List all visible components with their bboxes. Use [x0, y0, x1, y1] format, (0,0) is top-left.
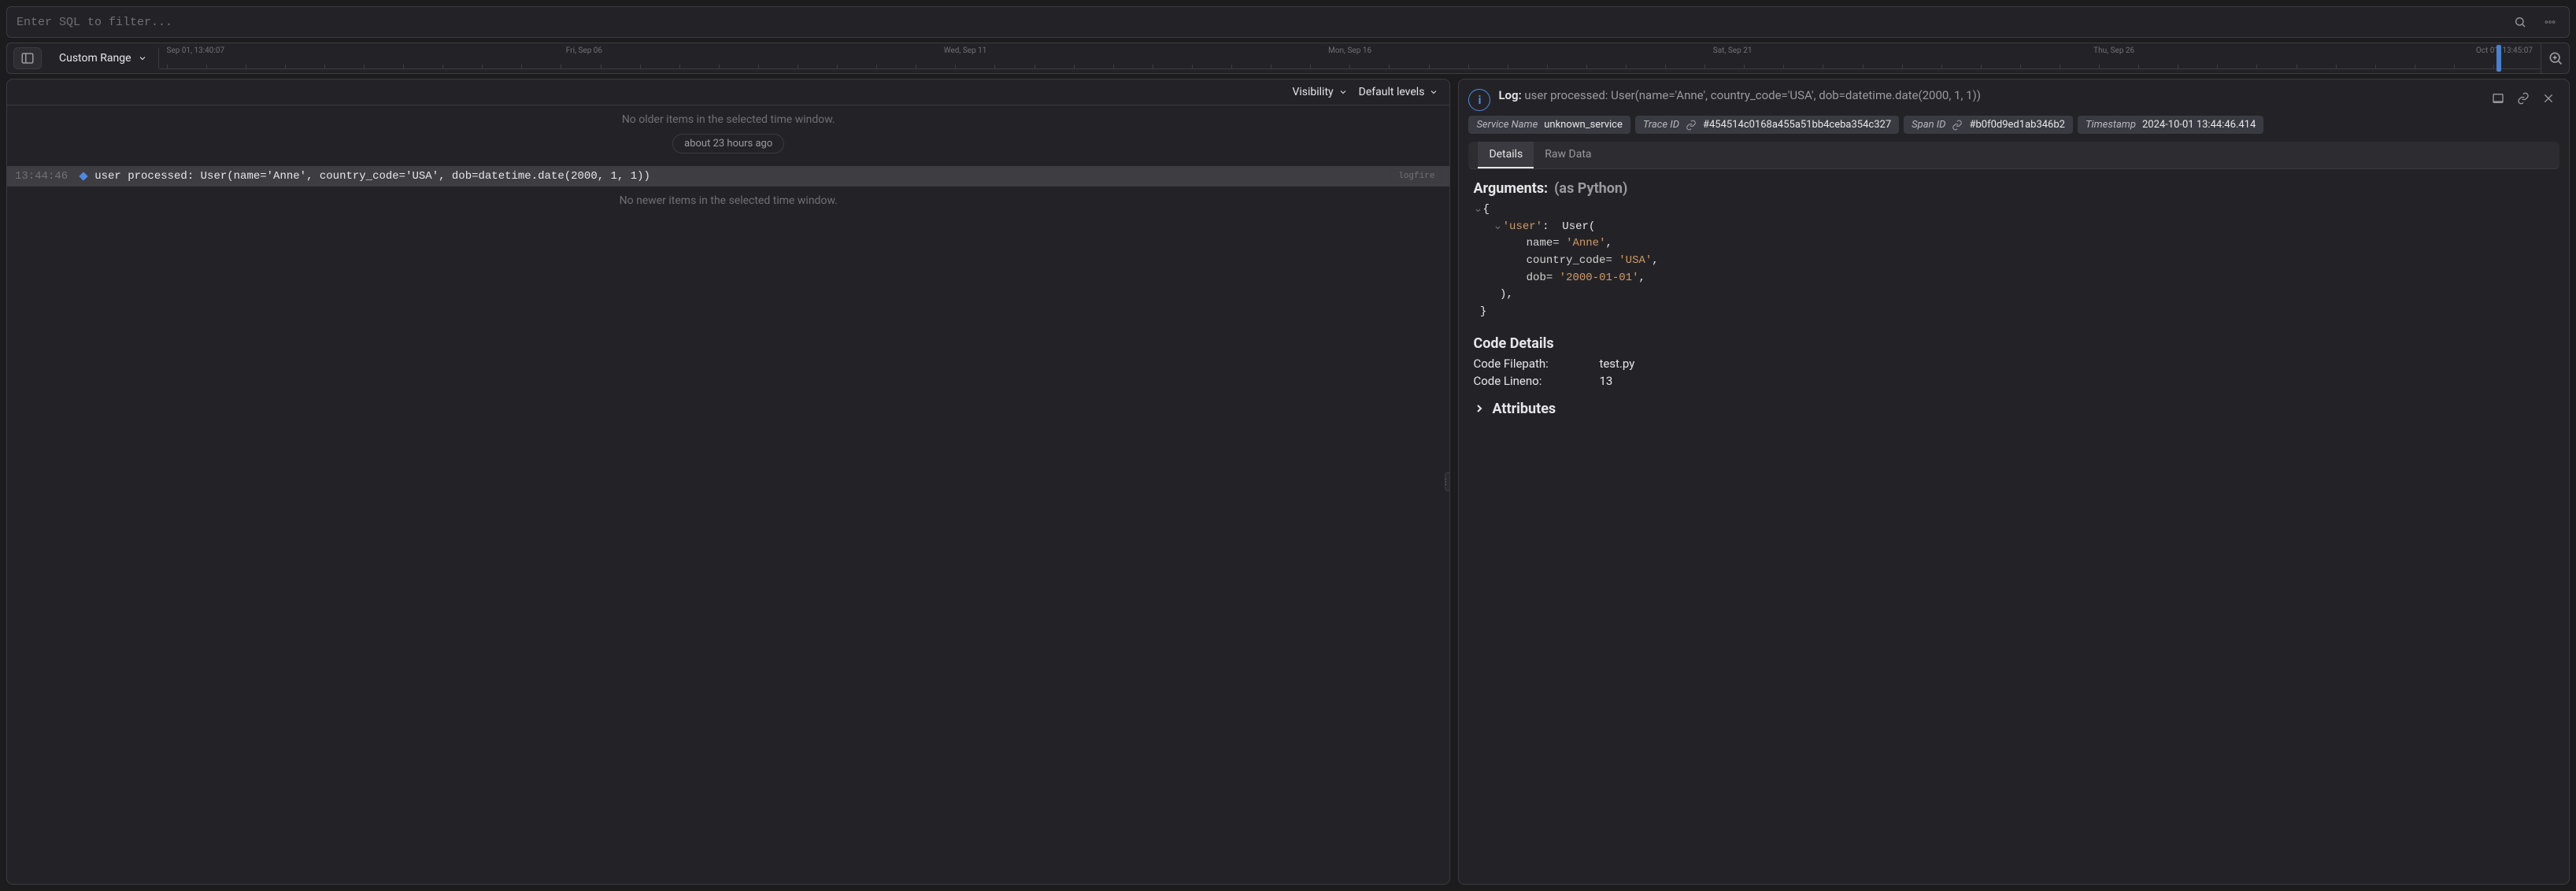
visibility-label: Visibility: [1292, 86, 1333, 98]
code-filepath-label: Code Filepath:: [1473, 357, 1599, 371]
zoom-in-icon[interactable]: [2541, 43, 2569, 73]
timeline-label: Sep 01, 13:40:07: [167, 46, 225, 55]
arg-dob-key: dob=: [1527, 272, 1553, 284]
span-id-chip[interactable]: Span ID #b0f0d9ed1ab346b2: [1904, 116, 2073, 134]
caret-down-icon[interactable]: ⌄: [1473, 201, 1481, 219]
detail-header: i Log: user processed: User(name='Anne',…: [1459, 79, 2569, 116]
log-source-tag: logfire: [1391, 170, 1442, 183]
filter-bar: [6, 6, 2570, 38]
info-icon: i: [1468, 89, 1490, 111]
levels-dropdown[interactable]: Default levels: [1359, 86, 1439, 98]
timeline-labels: Sep 01, 13:40:07 Fri, Sep 06 Wed, Sep 11…: [159, 46, 2541, 55]
timeline-label: Thu, Sep 26: [2093, 46, 2134, 55]
close-icon[interactable]: [2537, 87, 2559, 109]
detail-body: Arguments: (as Python) ⌄{ ⌄'user': User(…: [1459, 169, 2569, 884]
chip-value: 2024-10-01 13:44:46.414: [2142, 119, 2256, 131]
timeline-label: Fri, Sep 06: [566, 46, 602, 55]
time-range-label: Custom Range: [59, 52, 131, 65]
log-header: Visibility Default levels: [7, 79, 1449, 105]
no-older-msg: No older items in the selected time wind…: [7, 105, 1449, 134]
more-icon[interactable]: [2539, 11, 2561, 33]
log-level-indicator-icon: [80, 172, 88, 180]
chip-value: unknown_service: [1544, 119, 1623, 131]
chevron-right-icon: [1473, 402, 1486, 415]
code-lineno-value: 13: [1599, 374, 2555, 388]
timeline-row: Custom Range Sep 01, 13:40:07 Fri, Sep 0…: [6, 43, 2570, 74]
attributes-title: Attributes: [1492, 401, 1556, 417]
link-icon: [1686, 120, 1697, 131]
log-body: No older items in the selected time wind…: [7, 105, 1449, 884]
detail-title-text: user processed: User(name='Anne', countr…: [1524, 88, 1981, 102]
chip-value: #454514c0168a455a51bb4ceba354c327: [1703, 119, 1891, 131]
code-filepath-value: test.py: [1599, 357, 2555, 371]
detail-title-prefix: Log:: [1498, 88, 1521, 102]
timeline-label: Wed, Sep 11: [944, 46, 987, 55]
copy-link-icon[interactable]: [2512, 87, 2534, 109]
trace-id-chip[interactable]: Trace ID #454514c0168a455a51bb4ceba354c3…: [1635, 116, 1899, 134]
link-icon: [1952, 120, 1963, 131]
tab-details[interactable]: Details: [1478, 142, 1534, 168]
relative-time-pill: about 23 hours ago: [672, 134, 784, 153]
log-pane: Visibility Default levels No older items…: [6, 79, 1450, 885]
arg-dob-val: '2000-01-01': [1560, 272, 1639, 284]
arg-name-val: 'Anne': [1566, 237, 1605, 250]
metadata-chips: Service Name unknown_service Trace ID #4…: [1459, 116, 2569, 142]
chip-label: Trace ID: [1643, 119, 1679, 131]
log-row-message: user processed: User(name='Anne', countr…: [94, 170, 650, 183]
tab-raw-data[interactable]: Raw Data: [1534, 142, 1602, 168]
levels-label: Default levels: [1359, 86, 1425, 98]
pane-resizer[interactable]: ⋮⋮: [1445, 472, 1450, 491]
timeline-label: Sat, Sep 21: [1713, 46, 1752, 55]
arg-cc-key: country_code=: [1527, 254, 1612, 267]
timeline[interactable]: Sep 01, 13:40:07 Fri, Sep 06 Wed, Sep 11…: [159, 43, 2541, 73]
chevron-down-icon: [138, 54, 147, 63]
chip-label: Timestamp: [2086, 119, 2136, 131]
timestamp-chip[interactable]: Timestamp 2024-10-01 13:44:46.414: [2078, 116, 2263, 134]
sql-filter-input[interactable]: [15, 15, 2501, 30]
log-row-time: 13:44:46: [15, 170, 68, 183]
arguments-title: Arguments: (as Python): [1473, 180, 2555, 197]
code-details-grid: Code Filepath: test.py Code Lineno: 13: [1473, 357, 2555, 388]
visibility-dropdown[interactable]: Visibility: [1292, 86, 1347, 98]
panel-toggle-icon[interactable]: [13, 47, 42, 69]
chevron-down-icon: [1429, 87, 1438, 97]
search-icon[interactable]: [2509, 11, 2531, 33]
timeline-label: Oct 01, 13:45:07: [2476, 46, 2533, 55]
expand-panel-icon[interactable]: [2487, 87, 2509, 109]
chip-label: Service Name: [1476, 119, 1538, 131]
arg-name-key: name=: [1527, 237, 1560, 250]
no-newer-msg: No newer items in the selected time wind…: [7, 187, 1449, 215]
time-range-select[interactable]: Custom Range: [48, 52, 158, 65]
arguments-subtitle: (as Python): [1554, 180, 1627, 197]
attributes-section[interactable]: Attributes: [1473, 401, 2555, 417]
chip-value: #b0f0d9ed1ab346b2: [1969, 119, 2065, 131]
service-name-chip[interactable]: Service Name unknown_service: [1468, 116, 1630, 134]
detail-title: Log: user processed: User(name='Anne', c…: [1498, 87, 2479, 103]
main-split: Visibility Default levels No older items…: [6, 79, 2570, 885]
arg-cc-val: 'USA': [1619, 254, 1652, 267]
code-details-title: Code Details: [1473, 335, 2555, 352]
detail-tabs: Details Raw Data: [1468, 142, 2559, 169]
timeline-label: Mon, Sep 16: [1328, 46, 1371, 55]
caret-down-icon[interactable]: ⌄: [1493, 219, 1501, 236]
detail-pane: i Log: user processed: User(name='Anne',…: [1458, 79, 2570, 885]
timeline-cursor[interactable]: [2496, 45, 2501, 72]
log-row[interactable]: 13:44:46 user processed: User(name='Anne…: [7, 166, 1449, 187]
arguments-code: ⌄{ ⌄'user': User( name= 'Anne', country_…: [1473, 201, 2555, 321]
chip-label: Span ID: [1912, 119, 1945, 131]
code-lineno-label: Code Lineno:: [1473, 374, 1599, 388]
arguments-title-text: Arguments:: [1473, 180, 1548, 197]
timeline-track: [159, 60, 2541, 69]
chevron-down-icon: [1338, 87, 1348, 97]
